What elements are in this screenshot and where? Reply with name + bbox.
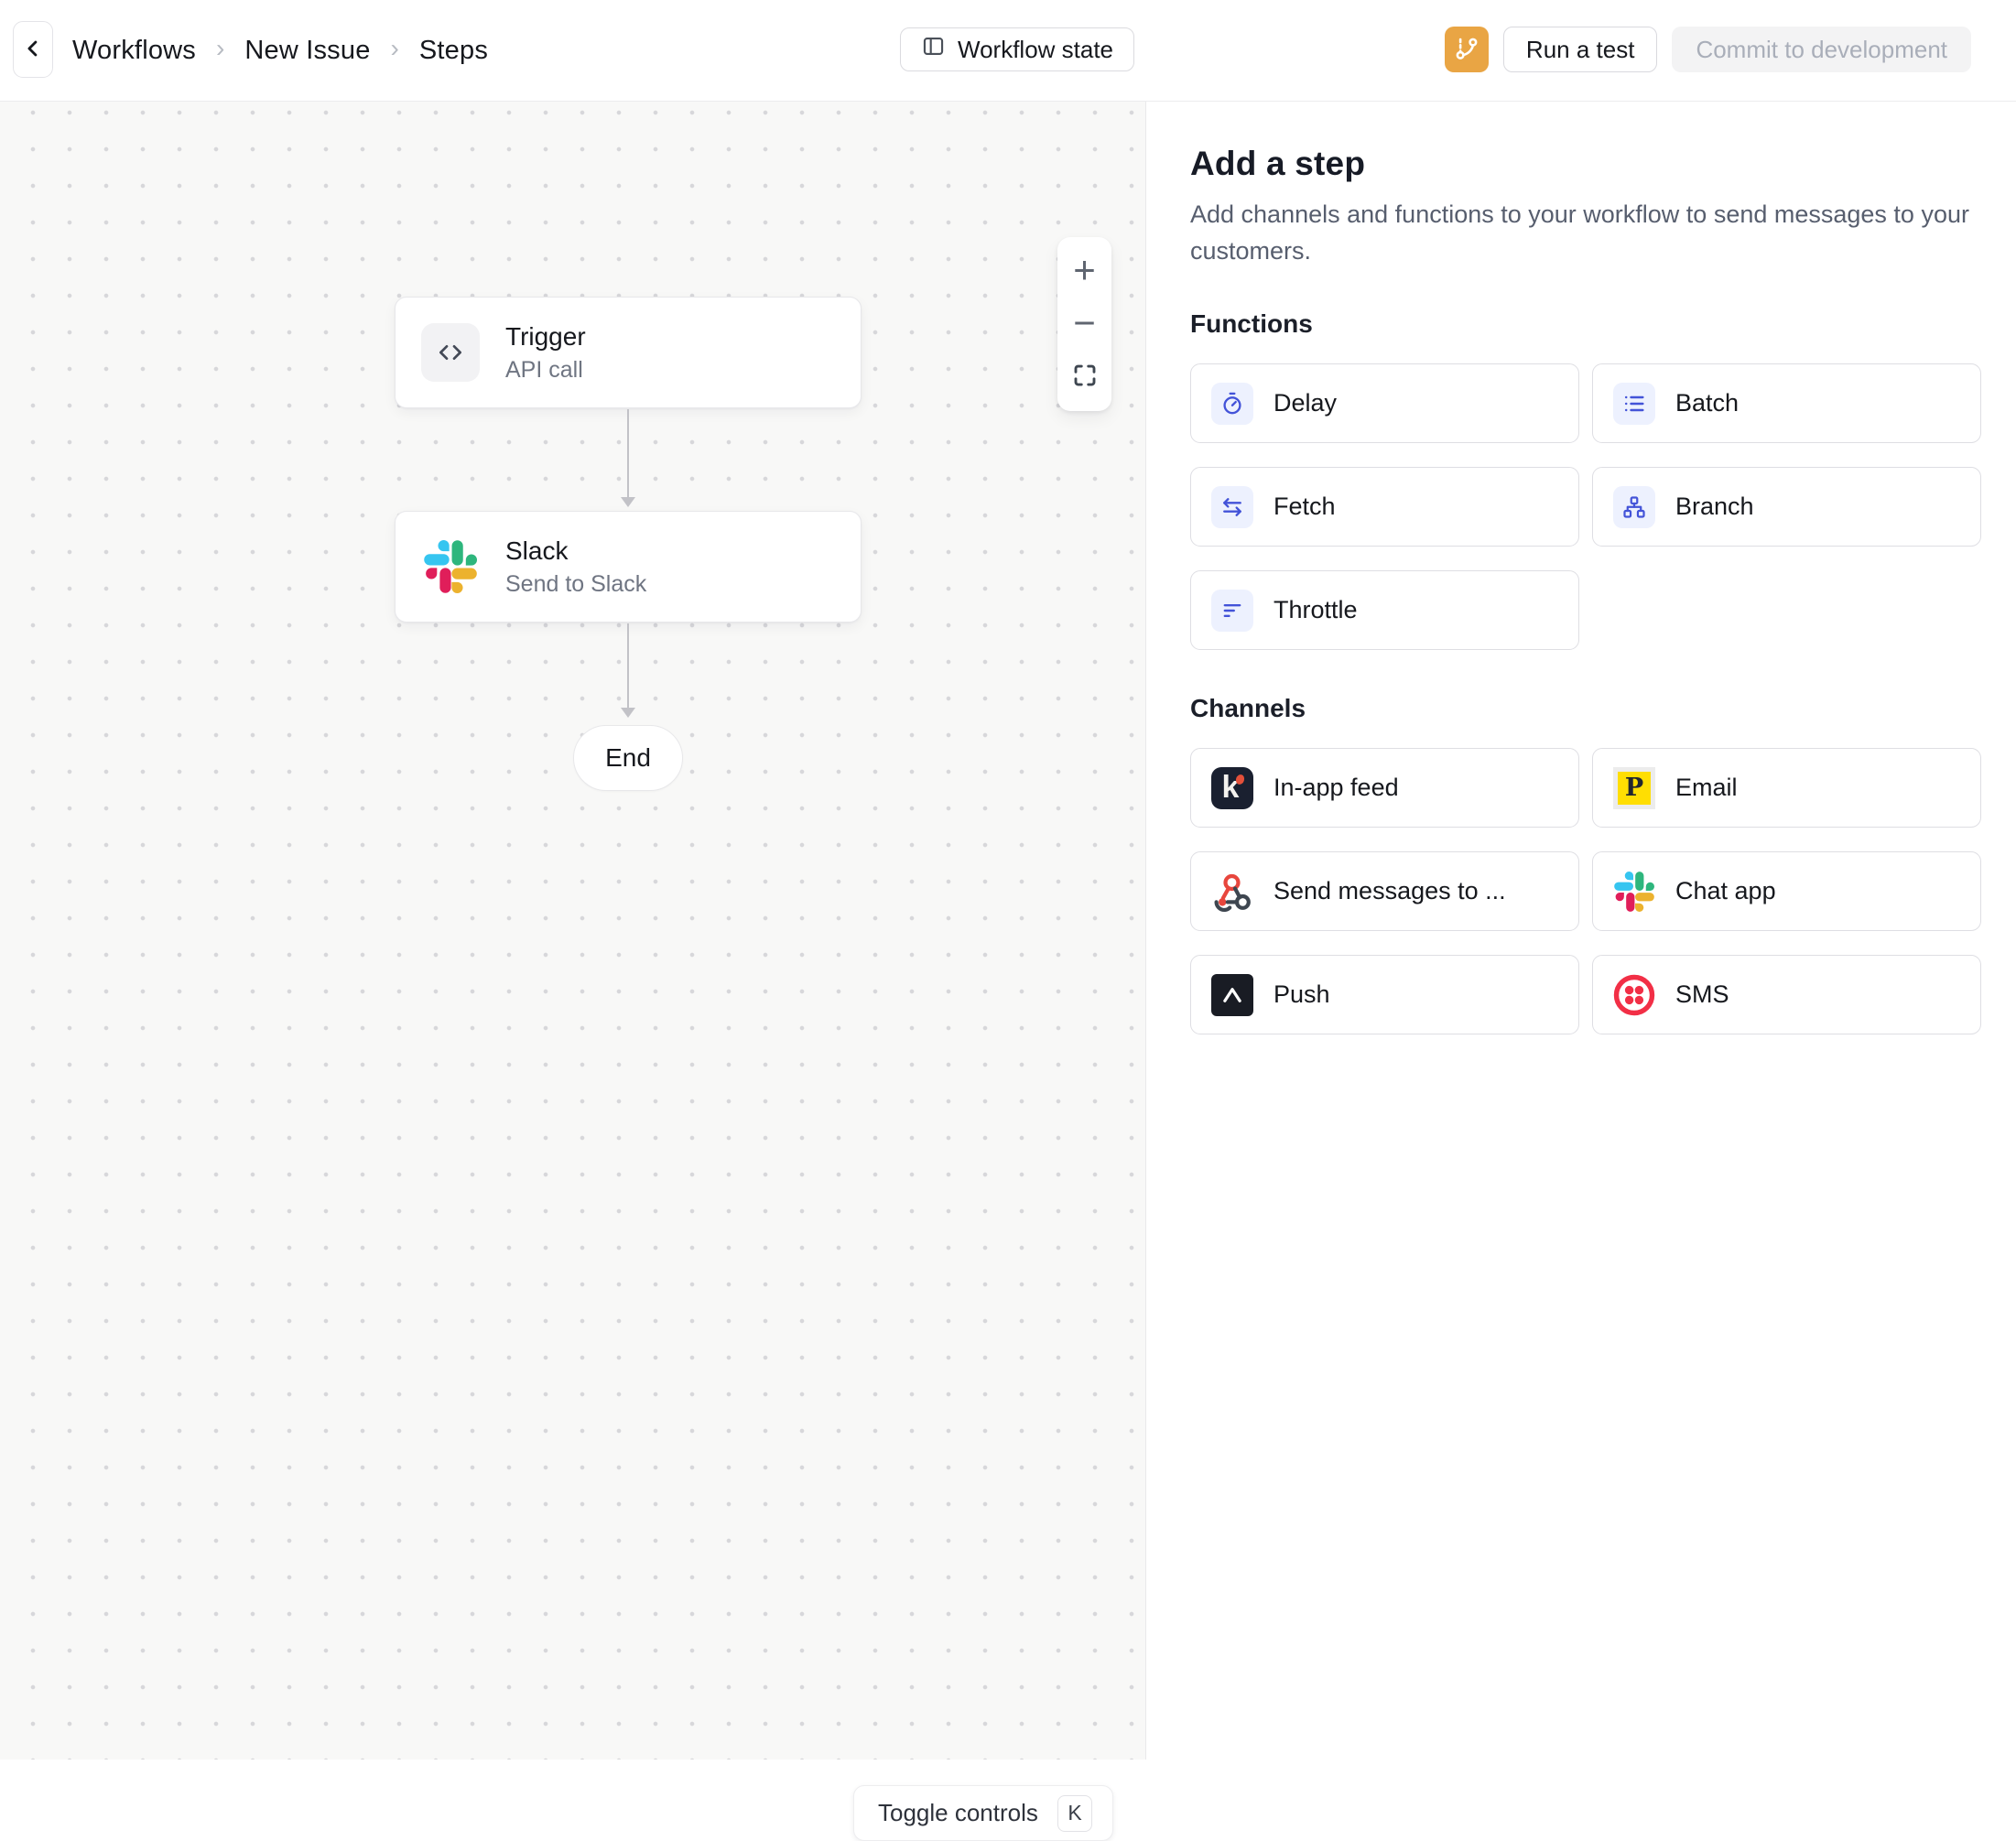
function-card-label: Batch xyxy=(1675,389,1739,417)
git-branch-button[interactable] xyxy=(1445,27,1489,72)
zoom-controls: + − xyxy=(1057,237,1111,411)
hierarchy-icon xyxy=(1613,486,1655,528)
function-card-delay[interactable]: Delay xyxy=(1190,363,1579,443)
panel-description: Add channels and functions to your workf… xyxy=(1190,196,1970,269)
postmark-icon: P xyxy=(1613,767,1655,809)
slack-icon xyxy=(421,537,480,596)
channel-card-email[interactable]: P Email xyxy=(1592,748,1981,828)
channel-card-label: Push xyxy=(1274,980,1330,1009)
zoom-in-button[interactable]: + xyxy=(1067,252,1103,288)
commit-to-development-button[interactable]: Commit to development xyxy=(1672,27,1971,72)
toggle-controls-button[interactable]: Toggle controls K xyxy=(853,1785,1113,1841)
channels-grid: k In-app feed P Email Send messages to .… xyxy=(1190,748,1981,1034)
zoom-out-button[interactable]: − xyxy=(1067,305,1103,341)
connector-arrow-icon xyxy=(621,497,635,507)
functions-grid: Delay Batch Fetch Branch Throttle xyxy=(1190,363,1981,650)
top-bar: Workflows › New Issue › Steps Workflow s… xyxy=(0,0,2016,102)
panel-left-icon xyxy=(921,34,946,65)
code-icon xyxy=(421,323,480,382)
throttle-lines-icon xyxy=(1211,590,1253,632)
chevron-left-icon xyxy=(20,36,46,64)
breadcrumb-separator-icon: › xyxy=(216,34,224,63)
connector-arrow-icon xyxy=(621,708,635,718)
panel-title: Add a step xyxy=(1190,145,1981,183)
trigger-node[interactable]: Trigger API call xyxy=(395,297,862,408)
commit-label: Commit to development xyxy=(1696,36,1947,64)
expo-icon xyxy=(1211,974,1253,1016)
back-button[interactable] xyxy=(13,21,53,78)
stopwatch-icon xyxy=(1211,383,1253,425)
workflow-canvas[interactable]: Trigger API call Slack Send to Slack End… xyxy=(0,102,1146,1760)
connector-line xyxy=(627,409,629,499)
function-card-fetch[interactable]: Fetch xyxy=(1190,467,1579,547)
function-card-throttle[interactable]: Throttle xyxy=(1190,570,1579,650)
channel-card-label: SMS xyxy=(1675,980,1729,1009)
trigger-node-subtitle: API call xyxy=(505,355,586,384)
channel-card-label: Send messages to ... xyxy=(1274,877,1506,905)
channel-card-push[interactable]: Push xyxy=(1190,955,1579,1034)
workflow-state-button[interactable]: Workflow state xyxy=(900,27,1134,71)
breadcrumb-workflows[interactable]: Workflows xyxy=(72,36,196,66)
channel-card-chat-app[interactable]: Chat app xyxy=(1592,851,1981,931)
functions-heading: Functions xyxy=(1190,309,1981,339)
git-branch-icon xyxy=(1453,35,1480,65)
slack-node-title: Slack xyxy=(505,536,646,567)
header-actions: Run a test Commit to development xyxy=(1445,27,1971,72)
channel-card-sms[interactable]: SMS xyxy=(1592,955,1981,1034)
slack-node[interactable]: Slack Send to Slack xyxy=(395,511,862,623)
keyboard-shortcut-badge: K xyxy=(1057,1795,1092,1832)
slack-icon xyxy=(1613,871,1655,913)
breadcrumb: Workflows › New Issue › Steps xyxy=(72,0,488,101)
twilio-icon xyxy=(1613,974,1655,1016)
end-node[interactable]: End xyxy=(573,725,683,791)
list-icon xyxy=(1613,383,1655,425)
function-card-branch[interactable]: Branch xyxy=(1592,467,1981,547)
fit-view-button[interactable] xyxy=(1067,358,1103,395)
add-step-panel: Add a step Add channels and functions to… xyxy=(1147,102,2016,1760)
breadcrumb-steps[interactable]: Steps xyxy=(419,36,488,66)
channel-card-label: In-app feed xyxy=(1274,774,1399,802)
knock-icon: k xyxy=(1211,767,1253,809)
swap-arrows-icon xyxy=(1211,486,1253,528)
slack-node-subtitle: Send to Slack xyxy=(505,569,646,599)
channel-card-label: Email xyxy=(1675,774,1738,802)
webhook-icon xyxy=(1211,871,1253,913)
breadcrumb-new-issue[interactable]: New Issue xyxy=(244,36,370,66)
run-test-button[interactable]: Run a test xyxy=(1503,27,1658,72)
toggle-controls-label: Toggle controls xyxy=(878,1799,1038,1827)
fullscreen-icon xyxy=(1071,357,1099,395)
breadcrumb-separator-icon: › xyxy=(391,34,399,63)
run-test-label: Run a test xyxy=(1526,36,1635,64)
function-card-batch[interactable]: Batch xyxy=(1592,363,1981,443)
trigger-node-title: Trigger xyxy=(505,321,586,352)
end-node-label: End xyxy=(605,743,651,773)
function-card-label: Fetch xyxy=(1274,493,1336,521)
workflow-state-label: Workflow state xyxy=(958,36,1113,64)
channel-card-send-messages[interactable]: Send messages to ... xyxy=(1190,851,1579,931)
function-card-label: Delay xyxy=(1274,389,1337,417)
function-card-label: Branch xyxy=(1675,493,1754,521)
channel-card-in-app-feed[interactable]: k In-app feed xyxy=(1190,748,1579,828)
function-card-label: Throttle xyxy=(1274,596,1358,624)
channels-heading: Channels xyxy=(1190,694,1981,723)
connector-line xyxy=(627,623,629,709)
channel-card-label: Chat app xyxy=(1675,877,1776,905)
